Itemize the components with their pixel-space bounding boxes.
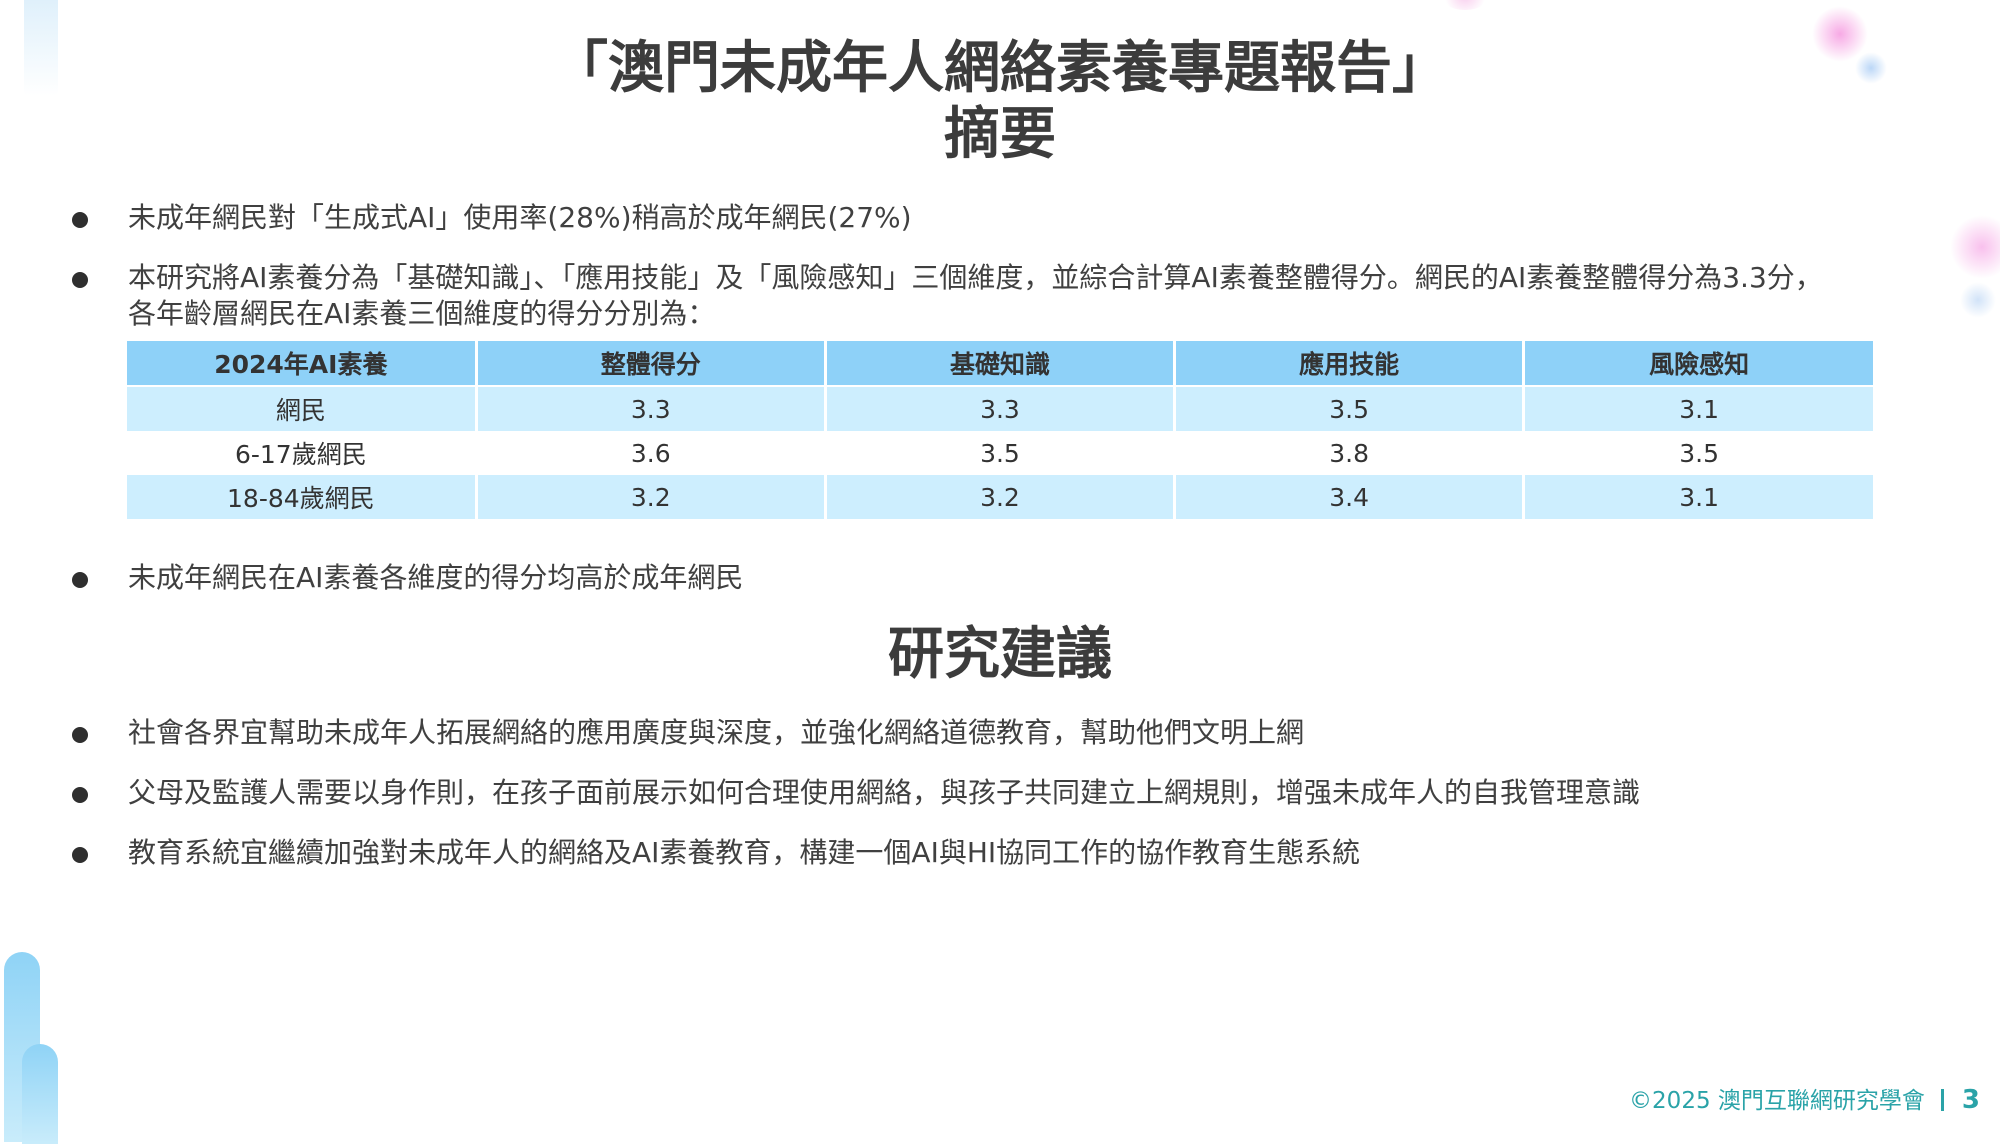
recommendation-bullet: 父母及監護人需要以身作則，在孩子面前展示如何合理使用網絡，與孩子共同建立上網規則…: [70, 775, 1950, 811]
table-cell: 3.5: [823, 431, 1175, 475]
decorative-blob: [1950, 215, 2000, 279]
recommendations-title: 研究建議: [888, 622, 1112, 687]
table-row: 網民 3.3 3.3 3.5 3.1: [127, 386, 1873, 431]
decorative-blob: [1440, 0, 1490, 10]
table-header-cell: 整體得分: [474, 341, 826, 387]
table-row: 6-17歲網民 3.6 3.5 3.8 3.5: [127, 431, 1873, 475]
bullet-text: 未成年網民對「生成式AI」使用率(28%)稍高於成年網民(27%): [128, 201, 912, 234]
page-title: 「澳門未成年人網絡素養專題報告」: [552, 36, 1448, 101]
decorative-side-bar: [22, 1044, 58, 1144]
table-cell: 3.1: [1522, 386, 1873, 431]
summary-bullet: 本研究將AI素養分為「基礎知識」、「應用技能」及「風險感知」三個維度，並綜合計算…: [70, 260, 1950, 332]
bullet-text: 社會各界宜幫助未成年人拓展網絡的應用廣度與深度，並強化網絡道德教育，幫助他們文明…: [128, 716, 1305, 749]
table-cell: 3.3: [823, 386, 1175, 431]
copyright-text: ©2025 澳門互聯網研究學會: [1629, 1088, 1925, 1114]
table-header-cell: 風險感知: [1522, 341, 1873, 387]
bullet-dot: [72, 787, 88, 803]
table-cell: 網民: [127, 386, 477, 431]
table-cell: 3.5: [1522, 431, 1873, 475]
table-row: 18-84歲網民 3.2 3.2 3.4 3.1: [127, 475, 1873, 519]
table-cell: 3.2: [823, 475, 1175, 519]
table-cell: 18-84歲網民: [127, 475, 477, 519]
table-cell: 3.5: [1173, 386, 1524, 431]
bullet-text: 父母及監護人需要以身作則，在孩子面前展示如何合理使用網絡，與孩子共同建立上網規則…: [128, 776, 1641, 809]
table-cell: 3.3: [474, 386, 826, 431]
table-cell: 3.1: [1522, 475, 1873, 519]
recommendation-bullet: 教育系統宜繼續加強對未成年人的網絡及AI素養教育，構建一個AI與HI協同工作的協…: [70, 835, 1950, 871]
page-number: 3: [1961, 1085, 1980, 1115]
bullet-text: 本研究將AI素養分為「基礎知識」、「應用技能」及「風險感知」三個維度，並綜合計算…: [128, 261, 1823, 294]
bullet-dot: [72, 847, 88, 863]
recommendation-bullet: 社會各界宜幫助未成年人拓展網絡的應用廣度與深度，並強化網絡道德教育，幫助他們文明…: [70, 715, 1950, 751]
footer-divider: [1940, 1089, 1944, 1111]
bullet-dot: [72, 727, 88, 743]
table-cell: 3.2: [474, 475, 826, 519]
table-cell: 3.8: [1173, 431, 1524, 475]
table-cell: 3.6: [474, 431, 826, 475]
summary-bullet: 未成年網民在AI素養各維度的得分均高於成年網民: [70, 560, 1950, 596]
table-header-row: 2024年AI素養 整體得分 基礎知識 應用技能 風險感知: [127, 341, 1873, 387]
table-header-cell: 應用技能: [1173, 341, 1524, 387]
summary-bullet: 未成年網民對「生成式AI」使用率(28%)稍高於成年網民(27%): [70, 200, 1950, 236]
ai-literacy-table: 2024年AI素養 整體得分 基礎知識 應用技能 風險感知 網民 3.3 3.3…: [127, 341, 1873, 519]
title-block: 「澳門未成年人網絡素養專題報告」 摘要: [0, 36, 2000, 168]
bullet-text: 教育系統宜繼續加強對未成年人的網絡及AI素養教育，構建一個AI與HI協同工作的協…: [128, 836, 1361, 869]
bullet-dot: [72, 572, 88, 588]
table-cell: 6-17歲網民: [127, 431, 477, 475]
table-header-cell: 基礎知識: [823, 341, 1175, 387]
decorative-blob: [1960, 282, 1996, 318]
bullet-dot: [72, 212, 88, 228]
bullet-text-continued: 各年齡層網民在AI素養三個維度的得分分別為：: [128, 297, 716, 330]
table-cell: 3.4: [1173, 475, 1524, 519]
page-subtitle: 摘要: [944, 102, 1056, 167]
bullet-text: 未成年網民在AI素養各維度的得分均高於成年網民: [128, 561, 744, 594]
bullet-dot: [72, 272, 88, 288]
footer: ©2025 澳門互聯網研究學會 3: [1629, 1084, 1980, 1117]
table-header-cell: 2024年AI素養: [127, 341, 477, 387]
